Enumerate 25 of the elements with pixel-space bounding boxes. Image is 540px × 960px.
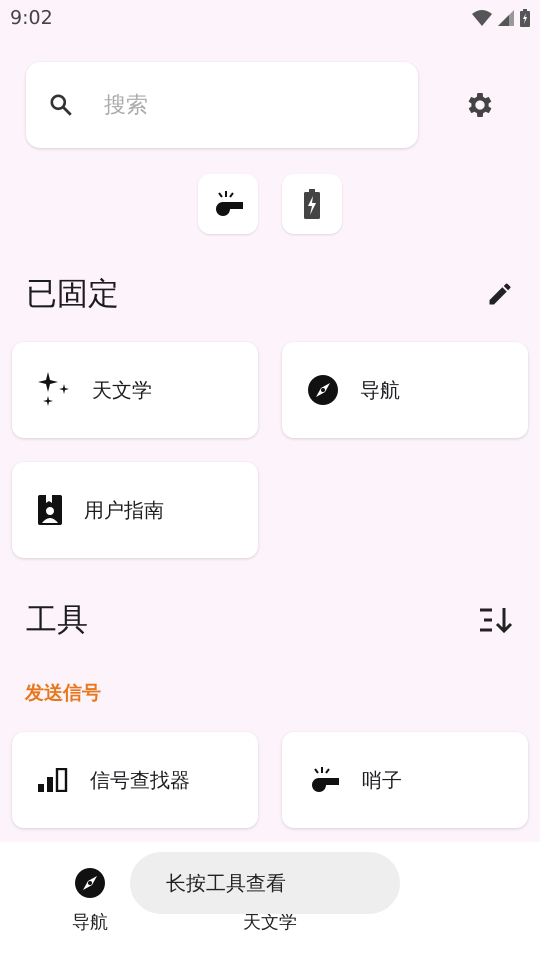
battery-charging-icon <box>304 189 320 219</box>
sort-icon[interactable] <box>480 606 514 634</box>
tool-card[interactable]: 导航 <box>282 342 528 438</box>
signal-bars-icon <box>38 768 68 792</box>
cell-signal-icon <box>498 10 514 26</box>
battery-button[interactable] <box>282 174 342 234</box>
tool-card[interactable]: 天文学 <box>12 342 258 438</box>
wifi-icon <box>472 10 492 26</box>
compass-icon <box>75 868 105 898</box>
search-icon <box>48 92 74 118</box>
section-title: 工具 <box>26 601 88 640</box>
sparkle-icon <box>38 372 70 408</box>
tool-card[interactable]: 信号查找器 <box>12 732 258 828</box>
category-title: 发送信号 <box>24 681 102 706</box>
hint-toast: 长按工具查看 <box>130 852 400 914</box>
battery-icon <box>520 9 530 27</box>
tool-card[interactable]: 用户指南 <box>12 462 258 558</box>
guide-book-icon <box>38 495 62 525</box>
section-title: 已固定 <box>26 275 119 314</box>
compass-icon <box>308 375 338 405</box>
status-time: 9:02 <box>10 7 53 29</box>
search-input[interactable]: 搜索 <box>104 75 384 135</box>
tool-card[interactable]: 哨子 <box>282 732 528 828</box>
search-field[interactable]: 搜索 <box>26 62 418 148</box>
whistle-button[interactable] <box>198 174 258 234</box>
